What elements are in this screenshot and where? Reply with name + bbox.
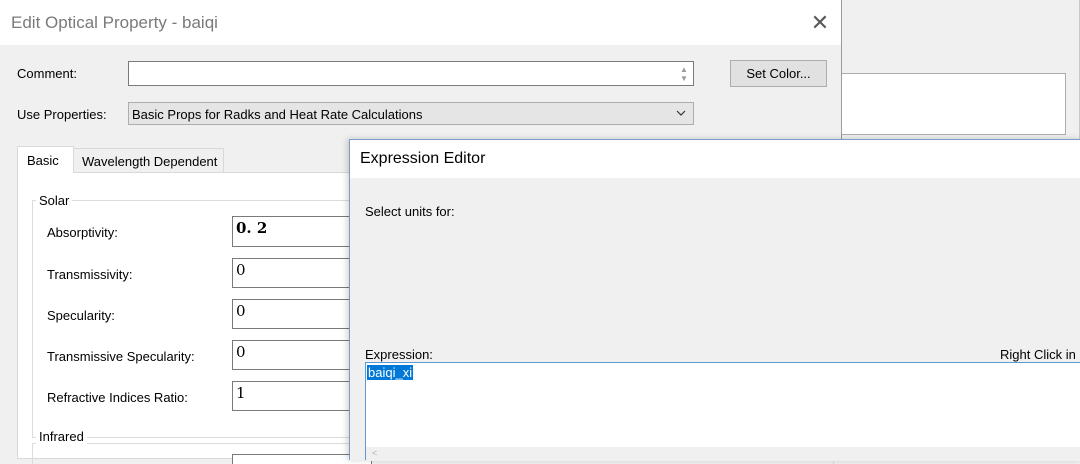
expression-editor-dialog: Expression Editor Select units for: Expr… bbox=[349, 139, 1080, 461]
expression-selected-text[interactable]: baiqi_xi bbox=[367, 365, 414, 380]
refractive-indices-ratio-label: Refractive Indices Ratio: bbox=[47, 390, 188, 405]
close-icon[interactable]: ✕ bbox=[806, 9, 834, 37]
comment-label: Comment: bbox=[17, 66, 77, 81]
tab-basic-label: Basic bbox=[27, 153, 59, 168]
absorptivity-label: Absorptivity: bbox=[47, 225, 118, 240]
right-click-hint: Right Click in e bbox=[1000, 347, 1080, 362]
use-properties-dropdown[interactable]: Basic Props for Radks and Heat Rate Calc… bbox=[128, 102, 694, 125]
infrared-group-label: Infrared bbox=[36, 429, 87, 444]
dialog-titlebar[interactable]: Edit Optical Property - baiqi ✕ bbox=[0, 0, 841, 45]
spin-up-icon[interactable]: ▲ bbox=[677, 65, 691, 74]
background-panel bbox=[841, 73, 1066, 135]
specularity-label: Specularity: bbox=[47, 308, 115, 323]
transmissive-specularity-label: Transmissive Specularity: bbox=[47, 349, 195, 364]
chevron-down-icon bbox=[676, 110, 686, 116]
comment-spinner[interactable]: ▲ ▼ bbox=[677, 65, 691, 85]
set-color-button[interactable]: Set Color... bbox=[730, 60, 827, 87]
use-properties-label: Use Properties: bbox=[17, 107, 107, 122]
use-properties-value: Basic Props for Radks and Heat Rate Calc… bbox=[132, 107, 423, 122]
solar-group-label: Solar bbox=[36, 193, 73, 208]
scroll-left-icon[interactable]: < bbox=[372, 448, 377, 458]
spin-down-icon[interactable]: ▼ bbox=[677, 74, 691, 83]
comment-input[interactable]: ▲ ▼ bbox=[128, 61, 694, 86]
dialog-title: Edit Optical Property - baiqi bbox=[11, 13, 218, 32]
tab-wavelength-dependent[interactable]: Wavelength Dependent bbox=[74, 148, 224, 173]
expression-textarea[interactable]: baiqi_xi < bbox=[365, 362, 1080, 461]
tab-wavelength-label: Wavelength Dependent bbox=[82, 154, 218, 169]
select-units-label: Select units for: bbox=[365, 204, 455, 219]
expression-label: Expression: bbox=[365, 347, 433, 362]
expression-editor-titlebar[interactable]: Expression Editor bbox=[350, 140, 1080, 178]
transmissivity-label: Transmissivity: bbox=[47, 267, 133, 282]
expression-editor-title: Expression Editor bbox=[360, 150, 486, 167]
tab-basic[interactable]: Basic bbox=[17, 146, 74, 173]
